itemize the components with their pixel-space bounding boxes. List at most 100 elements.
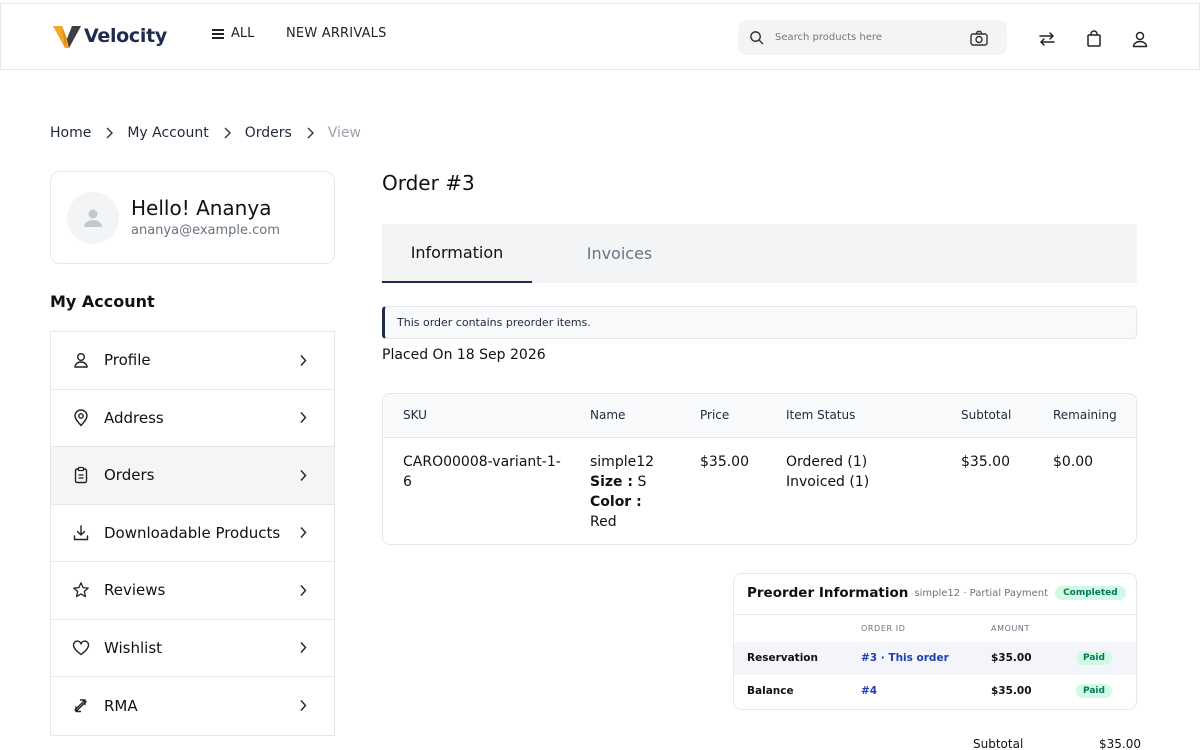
sidebar-item-label: Profile	[104, 351, 151, 370]
chevron-right-icon	[300, 354, 307, 366]
table-row: Balance #4 $35.00 Paid	[734, 675, 1136, 708]
chevron-right-icon	[300, 584, 307, 596]
brand-name: Velocity	[84, 25, 167, 47]
sidebar-item-rma[interactable]: RMA	[51, 677, 334, 735]
heart-icon	[72, 640, 90, 655]
breadcrumb: Home My Account Orders View	[50, 125, 361, 141]
item-color-label: Color :	[590, 492, 680, 512]
tab-information[interactable]: Information	[382, 224, 532, 283]
brand-logo[interactable]: Velocity	[53, 23, 167, 49]
search-input[interactable]	[775, 32, 955, 43]
row-label: Balance	[747, 685, 794, 697]
page-title: Order #3	[382, 171, 475, 195]
item-price: $35.00	[700, 454, 749, 470]
breadcrumb-orders[interactable]: Orders	[245, 125, 292, 141]
status-invoiced: Invoiced (1)	[786, 474, 870, 490]
table-header: SKU Name Price Item Status Subtotal Rema…	[383, 394, 1136, 438]
sidebar-item-profile[interactable]: Profile	[51, 332, 334, 390]
item-sku: CARO00008-variant-1-6	[403, 454, 561, 490]
nav-all-label: ALL	[231, 26, 255, 41]
return-arrows-icon	[74, 699, 87, 712]
table-row: CARO00008-variant-1-6 simple12 Size : S …	[383, 438, 1136, 544]
camera-icon[interactable]	[970, 30, 988, 46]
summary-subtotal-label: Subtotal	[973, 737, 1024, 750]
preorder-notice: This order contains preorder items.	[382, 306, 1137, 339]
sidebar-item-label: Downloadable Products	[104, 523, 281, 542]
order-items-table: SKU Name Price Item Status Subtotal Rema…	[382, 393, 1137, 545]
account-icon[interactable]	[1131, 30, 1149, 48]
color-value: Red	[590, 514, 617, 530]
placed-on-date: Placed On 18 Sep 2026	[382, 347, 546, 363]
row-amount: $35.00	[991, 652, 1032, 664]
row-amount: $35.00	[991, 685, 1032, 697]
size-label: Size :	[590, 474, 633, 490]
size-value: S	[637, 474, 647, 490]
sidebar-item-label: Reviews	[104, 581, 166, 600]
preorder-info-card: Preorder Information simple12 · Partial …	[733, 573, 1137, 710]
chevron-right-icon	[307, 127, 314, 139]
item-name-cell: simple12 Size : S Color : Red	[590, 452, 680, 532]
top-header: Velocity ALL NEW ARRIVALS	[0, 3, 1200, 70]
download-icon	[73, 525, 89, 540]
nav-new-arrivals[interactable]: NEW ARRIVALS	[286, 26, 387, 41]
summary-subtotal-value: $35.00	[1099, 737, 1141, 750]
order-link[interactable]: #3 · This order	[861, 652, 949, 664]
divider	[734, 614, 1136, 615]
user-placeholder-icon	[84, 209, 102, 227]
shopping-bag-icon[interactable]	[1085, 30, 1103, 48]
preorder-title: Preorder Information	[747, 585, 909, 601]
sidebar-item-label: Address	[104, 408, 164, 427]
sidebar-item-label: RMA	[104, 696, 138, 715]
chevron-right-icon	[106, 127, 114, 139]
order-link[interactable]: #4	[861, 685, 877, 697]
color-label: Color :	[590, 494, 642, 510]
user-email: ananya@example.com	[131, 223, 280, 238]
item-remaining: $0.00	[1053, 454, 1094, 470]
sidebar-item-label: Wishlist	[104, 638, 163, 657]
column-header: SKU	[403, 408, 427, 422]
status-ordered: Ordered (1)	[786, 454, 868, 470]
clipboard-icon	[74, 467, 88, 484]
sidebar-item-wishlist[interactable]: Wishlist	[51, 619, 334, 677]
compare-icon[interactable]	[1038, 30, 1056, 48]
search-bar[interactable]	[738, 20, 1007, 55]
chevron-right-icon	[224, 127, 231, 139]
breadcrumb-home[interactable]: Home	[50, 125, 91, 141]
star-icon	[73, 582, 89, 598]
paid-badge: Paid	[1076, 651, 1112, 665]
breadcrumb-my-account[interactable]: My Account	[127, 125, 208, 141]
tab-invoices[interactable]: Invoices	[532, 224, 707, 283]
order-tabs: Information Invoices	[382, 224, 1137, 283]
velocity-logo-icon	[53, 26, 81, 48]
nav-all-menu[interactable]: ALL	[212, 26, 254, 41]
profile-card: Hello! Ananya ananya@example.com	[50, 171, 335, 264]
column-header: Subtotal	[961, 408, 1012, 422]
item-subtotal: $35.00	[961, 454, 1010, 470]
chevron-right-icon	[300, 412, 307, 424]
item-status-cell: Ordered (1) Invoiced (1)	[786, 452, 869, 492]
sidebar-item-label: Orders	[104, 466, 155, 485]
column-header: Item Status	[786, 408, 856, 422]
sidebar-item-address[interactable]: Address	[51, 389, 334, 447]
sidebar-item-reviews[interactable]: Reviews	[51, 562, 334, 620]
sidebar-item-orders[interactable]: Orders	[51, 447, 334, 505]
paid-badge: Paid	[1076, 684, 1112, 698]
chevron-right-icon	[300, 642, 307, 654]
column-header: AMOUNT	[991, 624, 1030, 633]
row-label: Reservation	[747, 652, 818, 664]
column-header: Name	[590, 408, 626, 422]
chevron-right-icon	[300, 469, 307, 481]
item-size: Size : S	[590, 472, 680, 492]
item-name: simple12	[590, 454, 655, 470]
location-pin-icon	[74, 409, 88, 427]
preorder-header: Preorder Information simple12 · Partial …	[747, 585, 1126, 601]
table-row: Reservation #3 · This order $35.00 Paid	[734, 642, 1136, 675]
sidebar-item-downloadable-products[interactable]: Downloadable Products	[51, 504, 334, 562]
breadcrumb-current: View	[327, 125, 362, 141]
avatar	[67, 192, 119, 244]
search-icon	[750, 31, 764, 45]
chevron-right-icon	[300, 700, 307, 712]
column-header: ORDER ID	[861, 624, 906, 633]
chevron-right-icon	[300, 527, 307, 539]
preorder-subtitle: simple12 · Partial Payment	[914, 587, 1049, 599]
